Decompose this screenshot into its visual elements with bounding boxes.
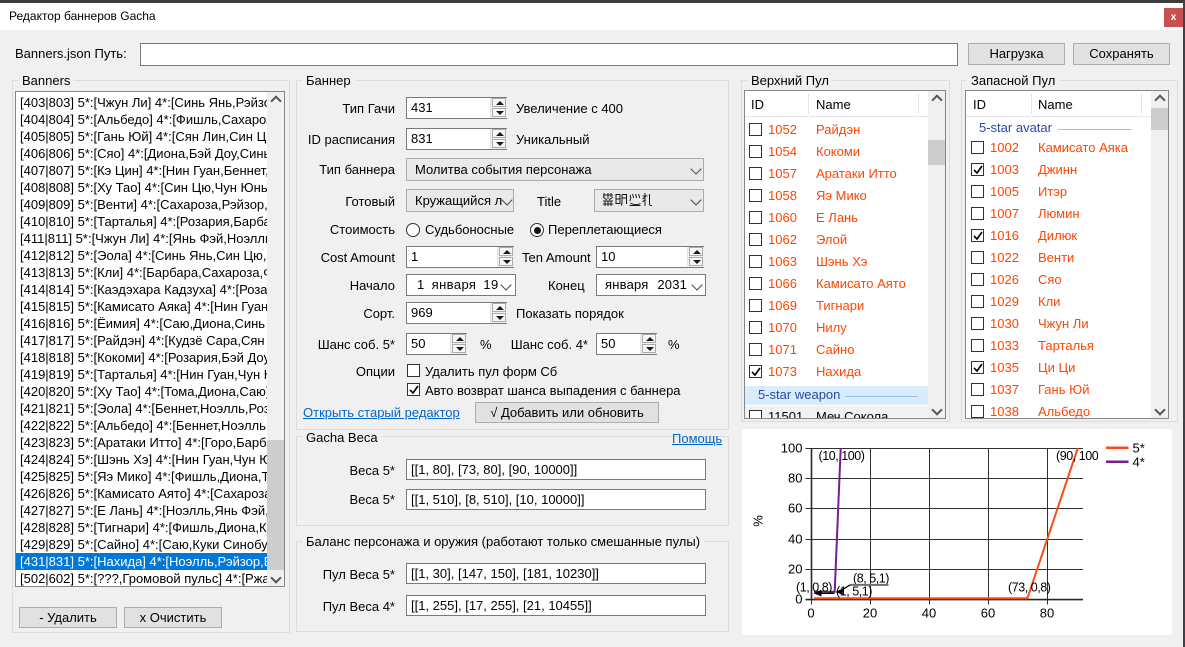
svg-text:40: 40 (788, 532, 802, 547)
svg-text:80: 80 (1040, 606, 1054, 621)
svg-text:(90, 100): (90, 100) (1056, 449, 1102, 463)
svg-text:(73, 0,8): (73, 0,8) (1008, 581, 1051, 595)
svg-text:80: 80 (788, 471, 802, 486)
svg-text:100: 100 (781, 441, 803, 456)
svg-text:4*: 4* (1133, 455, 1145, 470)
svg-text:0: 0 (807, 606, 814, 621)
svg-text:20: 20 (788, 562, 802, 577)
svg-text:%: % (751, 515, 766, 527)
svg-text:(1, 0,8): (1, 0,8) (796, 580, 832, 594)
svg-text:40: 40 (922, 606, 936, 621)
svg-text:20: 20 (863, 606, 877, 621)
svg-text:60: 60 (788, 501, 802, 516)
svg-text:60: 60 (981, 606, 995, 621)
svg-text:(10, 100): (10, 100) (819, 449, 865, 463)
svg-text:5*: 5* (1133, 441, 1145, 456)
